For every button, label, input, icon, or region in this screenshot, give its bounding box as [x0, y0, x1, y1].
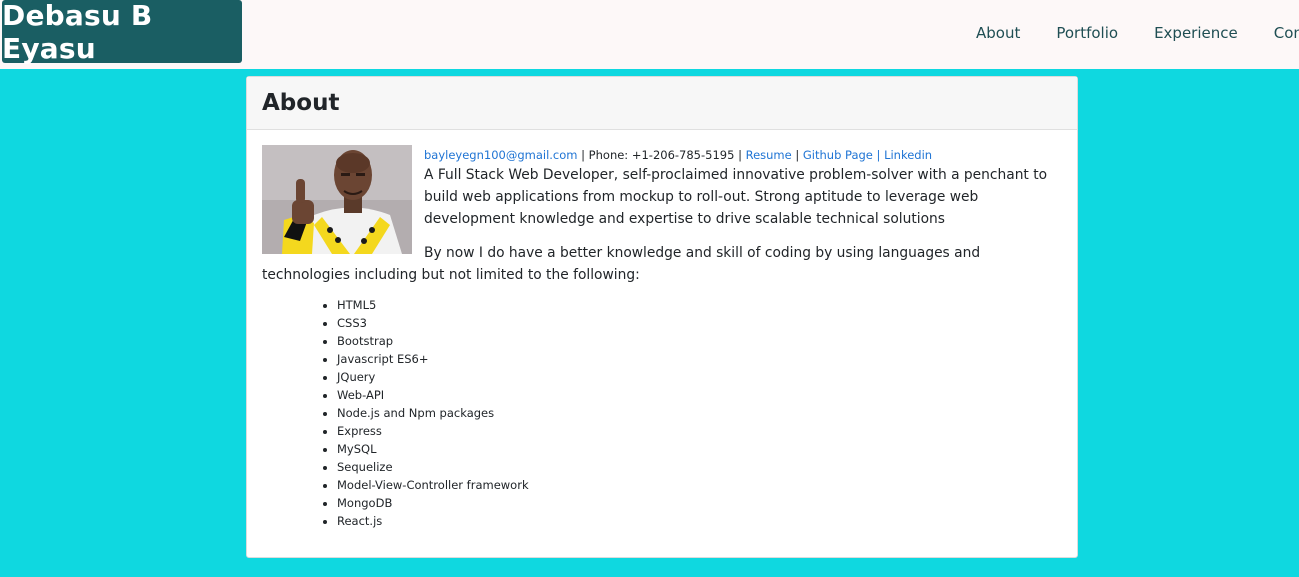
nav-link-portfolio[interactable]: Portfolio [1038, 24, 1136, 42]
profile-photo-image [262, 145, 412, 254]
nav-link-experience[interactable]: Experience [1136, 24, 1256, 42]
list-item: React.js [337, 512, 1062, 530]
email-link[interactable]: bayleyegn100@gmail.com [424, 148, 578, 162]
navbar: Debasu B Eyasu About Portfolio Experienc… [0, 0, 1299, 69]
list-item: MySQL [337, 440, 1062, 458]
list-item: Express [337, 422, 1062, 440]
nav-links: About Portfolio Experience Contact [958, 0, 1299, 66]
list-item: JQuery [337, 368, 1062, 386]
about-card-body: bayleyegn100@gmail.com | Phone: +1-206-7… [247, 130, 1077, 530]
phone-text: | Phone: +1-206-785-5195 | [581, 148, 742, 162]
list-item: Model-View-Controller framework [337, 476, 1062, 494]
about-card: About bayleyegn100@gmail.com | Phone: +1… [246, 76, 1078, 558]
brand-logo[interactable]: Debasu B Eyasu [2, 0, 242, 65]
skills-list: HTML5 CSS3 Bootstrap Javascript ES6+ JQu… [262, 296, 1062, 530]
github-link[interactable]: Github Page [803, 148, 873, 162]
resume-link[interactable]: Resume [746, 148, 792, 162]
about-card-header: About [247, 77, 1077, 130]
list-item: HTML5 [337, 296, 1062, 314]
separator-text: | [795, 148, 800, 162]
list-item: Javascript ES6+ [337, 350, 1062, 368]
profile-photo [262, 145, 412, 254]
linkedin-link[interactable]: Linkedin [884, 148, 932, 162]
separator-text: | [876, 148, 881, 162]
about-title: About [262, 90, 340, 116]
nav-link-contact[interactable]: Contact [1256, 24, 1299, 42]
list-item: Web-API [337, 386, 1062, 404]
list-item: Bootstrap [337, 332, 1062, 350]
nav-link-about[interactable]: About [958, 24, 1038, 42]
list-item: MongoDB [337, 494, 1062, 512]
list-item: Sequelize [337, 458, 1062, 476]
list-item: CSS3 [337, 314, 1062, 332]
list-item: Node.js and Npm packages [337, 404, 1062, 422]
